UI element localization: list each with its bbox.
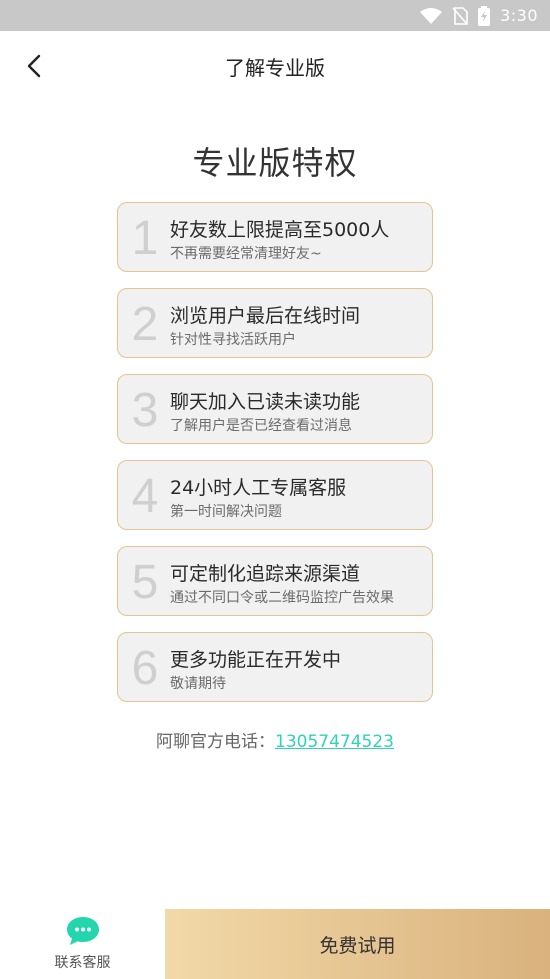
page-title: 了解专业版 [225,55,325,80]
feature-title: 更多功能正在开发中 [170,649,342,671]
feature-title: 24小时人工专属客服 [170,477,347,499]
battery-charging-icon [478,5,491,26]
feature-title: 浏览用户最后在线时间 [170,305,361,327]
feature-card: 2 浏览用户最后在线时间 针对性寻找活跃用户 [117,288,433,358]
feature-description: 针对性寻找活跃用户 [170,332,296,348]
feature-description: 通过不同口令或二维码监控广告效果 [170,590,394,606]
header: 了解专业版 [0,31,550,101]
no-sim-icon [452,6,468,25]
phone-label: 阿聊官方电话： [156,732,275,752]
chevron-left-icon [27,54,41,78]
feature-number: 5 [131,556,159,609]
contact-support-button[interactable]: 联系客服 [0,909,165,979]
feature-title: 可定制化追踪来源渠道 [170,563,361,585]
feature-title: 好友数上限提高至5000人 [170,219,390,241]
feature-card: 1 好友数上限提高至5000人 不再需要经常清理好友~ [117,202,433,272]
feature-description: 不再需要经常清理好友~ [170,246,322,262]
page: 3:30 了解专业版 专业版特权 1 好友数上限提高至5000人 不再需要经常清… [0,0,550,979]
feature-card: 3 聊天加入已读未读功能 了解用户是否已经查看过消息 [117,374,433,444]
contact-support-label: 联系客服 [54,955,111,971]
wifi-icon [420,7,443,24]
feature-list: 1 好友数上限提高至5000人 不再需要经常清理好友~ 2 浏览用户最后在线时间… [117,202,433,718]
feature-card: 6 更多功能正在开发中 敬请期待 [117,632,433,702]
free-trial-button[interactable]: 免费试用 [165,909,550,979]
chat-bubble-icon [66,917,99,945]
feature-number: 6 [131,642,159,695]
back-button[interactable] [18,51,50,81]
feature-number: 4 [131,470,159,523]
bottom-bar: 联系客服 免费试用 [0,909,550,979]
official-phone: 阿聊官方电话：13057474523 [0,727,550,752]
phone-number-link[interactable]: 13057474523 [275,732,394,752]
status-bar: 3:30 [0,0,550,31]
status-time: 3:30 [500,6,538,25]
feature-description: 第一时间解决问题 [170,504,282,520]
feature-card: 4 24小时人工专属客服 第一时间解决问题 [117,460,433,530]
section-title: 专业版特权 [192,144,358,182]
feature-description: 了解用户是否已经查看过消息 [170,418,352,434]
feature-title: 聊天加入已读未读功能 [170,391,361,413]
feature-card: 5 可定制化追踪来源渠道 通过不同口令或二维码监控广告效果 [117,546,433,616]
feature-number: 1 [131,212,159,265]
feature-description: 敬请期待 [170,676,226,692]
feature-number: 2 [131,298,159,351]
feature-number: 3 [131,384,159,437]
